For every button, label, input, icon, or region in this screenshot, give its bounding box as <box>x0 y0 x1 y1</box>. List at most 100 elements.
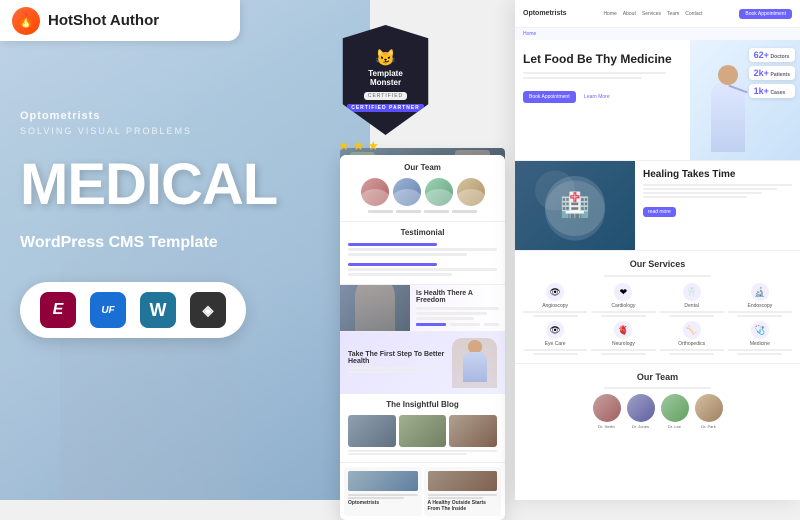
health-section: Is Health There A Freedom <box>340 284 505 331</box>
bottom-card-img-2 <box>428 471 498 491</box>
right-team-name-2: Dr. Jones <box>626 424 656 429</box>
templatemonster-badge: 😼 TemplateMonster CERTIFIED CERTIFIED PA… <box>338 25 433 154</box>
stat-num-1: 62+ <box>754 50 769 60</box>
healing-line-4 <box>643 196 747 198</box>
hero-book-btn[interactable]: Book Appointment <box>523 91 576 103</box>
hero-banner-section: Take The First Step To Better Health <box>340 331 505 394</box>
neurology-label: Neurology <box>591 341 655 347</box>
right-team-title: Our Team <box>523 372 792 382</box>
monster-cat-icon: 😼 <box>376 48 396 68</box>
team-avatar-2 <box>393 178 421 206</box>
hotshot-logo-icon <box>12 7 40 35</box>
right-team-avatar-3 <box>661 394 689 422</box>
stat-patients: 2k+ Patients <box>749 66 795 80</box>
star-3: ★ <box>367 138 379 154</box>
healing-text: Healing Takes Time read more <box>635 161 800 250</box>
hero-right-image: 62+ Doctors 2k+ Patients 1k+ Cases <box>690 40 800 160</box>
hero-stats: 62+ Doctors 2k+ Patients 1k+ Cases <box>749 48 795 98</box>
endoscopy-label: Endoscopy <box>728 303 792 309</box>
partner-text: CERTIFIED PARTNER <box>351 105 420 111</box>
health-line-2 <box>416 312 487 315</box>
nav-link-contact: Contact <box>685 11 702 17</box>
right-nav-links: Home About Services Team Contact <box>603 11 702 17</box>
star-1: ★ <box>338 138 350 154</box>
right-team-member-2: Dr. Jones <box>626 394 656 429</box>
team-avatars-row <box>348 178 497 206</box>
service-cardiology: ❤ Cardiology <box>591 283 655 317</box>
stat-label-2: Patients <box>771 72 790 78</box>
bottom-strip-4 <box>428 497 484 499</box>
orthopedics-label: Orthopedics <box>660 341 724 347</box>
testimonial-line-4 <box>348 273 452 276</box>
hero-left-content: Let Food Be Thy Medicine Book Appointmen… <box>515 40 690 160</box>
blog-thumbnails <box>348 415 497 447</box>
uf-icon: UF <box>90 292 126 328</box>
services-grid: 👁 Angioscopy ❤ Cardiology 🦷 Dental 🔬 End… <box>523 283 792 355</box>
template-monster-text: TemplateMonster <box>368 70 403 88</box>
nav-book-button[interactable]: Book Appointment <box>739 9 792 19</box>
nav-link-about: About <box>623 11 636 17</box>
doctor-figure <box>700 60 755 160</box>
healing-section: 🏥 Healing Takes Time read more <box>515 160 800 250</box>
healing-line-3 <box>643 192 762 194</box>
right-team-avatars: Dr. Smith Dr. Jones Dr. Lee Dr. Park <box>523 394 792 429</box>
service-dental: 🦷 Dental <box>660 283 724 317</box>
wordpress-icon: W <box>140 292 176 328</box>
testimonial-title: Testimonial <box>348 228 497 237</box>
team-avatar-1 <box>361 178 389 206</box>
health-image <box>340 285 410 331</box>
service-neurology: 🫀 Neurology <box>591 321 655 355</box>
service-orthopedics: 🦴 Orthopedics <box>660 321 724 355</box>
right-nav: Optometrists Home About Services Team Co… <box>515 0 800 28</box>
blog-strip-1 <box>348 450 497 452</box>
right-team-avatar-4 <box>695 394 723 422</box>
right-team-name-1: Dr. Smith <box>592 424 622 429</box>
healing-image: 🏥 <box>515 161 635 250</box>
header-bar: HotShot Author <box>0 0 240 41</box>
hero-banner-title: Take The First Step To Better Health <box>348 351 448 365</box>
bottom-card-1: Optometrists <box>344 467 422 516</box>
main-headline: MEDICAL <box>20 156 277 214</box>
right-nav-logo: Optometrists <box>523 10 567 17</box>
blog-thumb-1 <box>348 415 396 447</box>
right-team-section: Our Team Dr. Smith Dr. Jones Dr. Lee Dr.… <box>515 363 800 437</box>
blog-title: The Insightful Blog <box>348 400 497 409</box>
breadcrumb: Home <box>515 28 800 40</box>
stat-label-3: Cases <box>771 90 786 96</box>
right-team-member-1: Dr. Smith <box>592 394 622 429</box>
right-team-member-3: Dr. Lee <box>660 394 690 429</box>
nav-link-home: Home <box>603 11 616 17</box>
right-team-member-4: Dr. Park <box>694 394 724 429</box>
stat-num-2: 2k+ <box>754 68 769 78</box>
right-hero: Let Food Be Thy Medicine Book Appointmen… <box>515 40 800 160</box>
blog-strip-2 <box>348 453 467 455</box>
dental-icon: 🦷 <box>683 283 701 301</box>
nav-link-team: Team <box>667 11 679 17</box>
bottom-strip-2 <box>348 497 404 499</box>
eye-care-label: Eye Care <box>523 341 587 347</box>
cardiology-icon: ❤ <box>614 283 632 301</box>
neurology-icon: 🫀 <box>614 321 632 339</box>
healing-title: Healing Takes Time <box>643 169 792 180</box>
partner-badge: CERTIFIED PARTNER <box>347 104 424 112</box>
bottom-columns: Optometrists A Healthy Outside Starts Fr… <box>340 462 505 520</box>
service-angioscopy: 👁 Angioscopy <box>523 283 587 317</box>
healing-line-2 <box>643 188 777 190</box>
bottom-strip-3 <box>428 494 498 496</box>
blog-thumb-3 <box>449 415 497 447</box>
medicine-label: Medicine <box>728 341 792 347</box>
healing-readmore-btn[interactable]: read more <box>643 207 676 217</box>
stat-num-3: 1k+ <box>754 86 769 96</box>
plugins-bar: E UF W ◈ <box>20 282 246 338</box>
blog-section: The Insightful Blog <box>340 394 505 462</box>
star-2: ★ <box>353 138 365 154</box>
stat-label-1: Doctors <box>771 54 790 60</box>
blog-thumb-2 <box>399 415 447 447</box>
testimonial-accent-2 <box>348 263 437 266</box>
service-endoscopy: 🔬 Endoscopy <box>728 283 792 317</box>
certified-text: CERTIFIED <box>368 93 403 99</box>
hero-learn-btn[interactable]: Learn More <box>584 94 610 100</box>
team-avatar-3 <box>425 178 453 206</box>
bottom-strip-1 <box>348 494 418 496</box>
testimonial-line-2 <box>348 253 467 256</box>
